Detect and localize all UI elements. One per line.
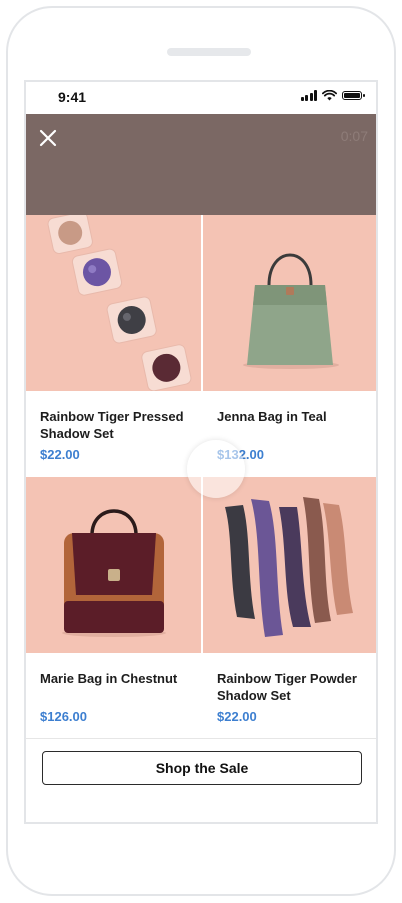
status-time: 9:41: [58, 89, 87, 105]
cta-area: Shop the Sale: [26, 738, 376, 822]
video-header: 0:07: [26, 114, 376, 215]
phone-speaker: [167, 48, 251, 56]
status-bar: 9:41: [26, 82, 376, 114]
product-image[interactable]: [26, 477, 201, 653]
product-price: $126.00: [40, 709, 87, 724]
status-icons: [300, 90, 365, 101]
product-price: $22.00: [217, 709, 257, 724]
video-timer: 0:07: [340, 128, 368, 144]
product-image[interactable]: [203, 215, 376, 391]
product-card[interactable]: Marie Bag in Chestnut $126.00: [26, 477, 201, 739]
product-image[interactable]: [26, 215, 201, 391]
product-card[interactable]: Rainbow Tiger Pressed Shadow Set $22.00: [26, 215, 201, 477]
product-card[interactable]: Jenna Bag in Teal $132.00: [203, 215, 376, 477]
close-icon[interactable]: [36, 126, 60, 150]
product-price: $22.00: [40, 447, 80, 462]
battery-icon: [342, 91, 365, 100]
touch-indicator: [187, 440, 245, 498]
product-name[interactable]: Rainbow Tiger Powder Shadow Set: [217, 670, 369, 704]
signal-icon: [300, 90, 317, 101]
product-image[interactable]: [203, 477, 376, 653]
wifi-icon: [322, 90, 337, 101]
product-name[interactable]: Rainbow Tiger Pressed Shadow Set: [40, 408, 192, 442]
product-card[interactable]: Rainbow Tiger Powder Shadow Set $22.00: [203, 477, 376, 739]
product-name[interactable]: Jenna Bag in Teal: [217, 408, 369, 425]
product-name[interactable]: Marie Bag in Chestnut: [40, 670, 192, 687]
shop-the-sale-button[interactable]: Shop the Sale: [42, 751, 362, 785]
